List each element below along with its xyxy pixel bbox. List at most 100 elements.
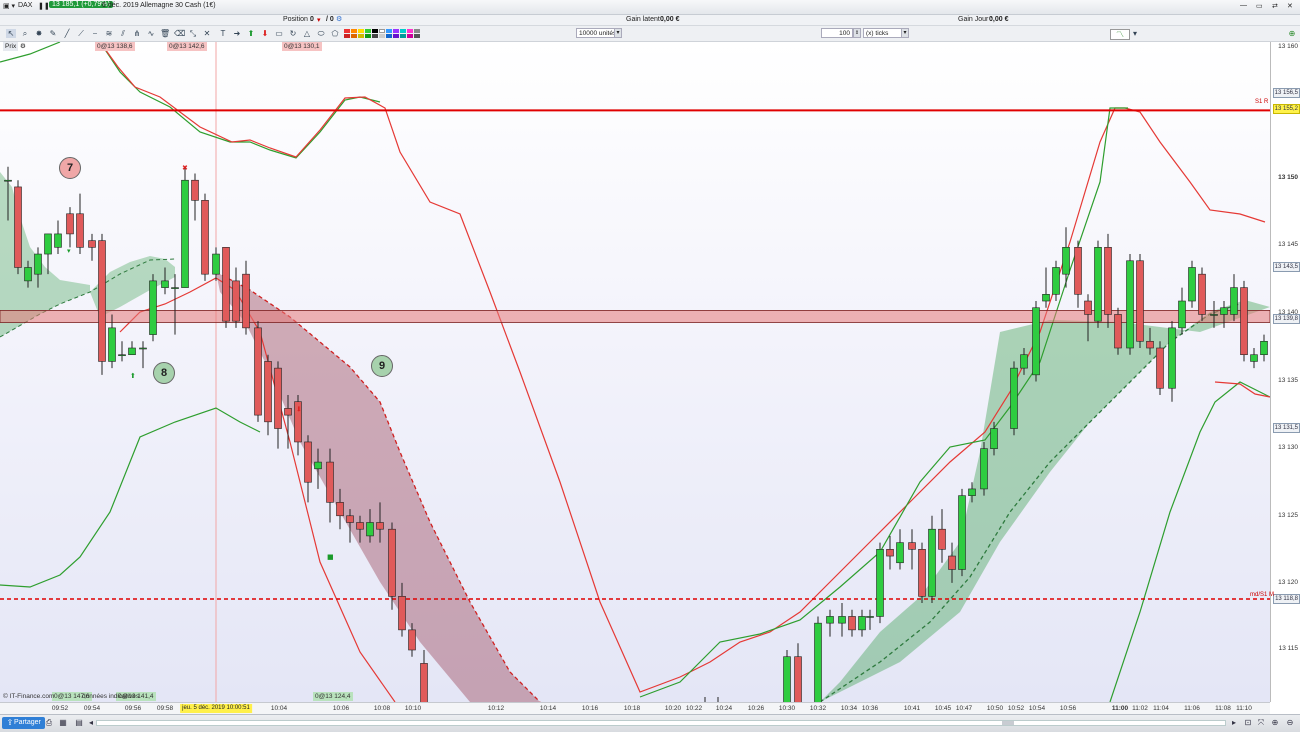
- color-swatch[interactable]: [344, 29, 350, 33]
- channel-tool-icon[interactable]: ⫽: [118, 29, 128, 38]
- line-tool-icon[interactable]: ╱: [62, 29, 72, 38]
- position-arrow-icon[interactable]: ▾: [317, 16, 321, 24]
- ellipse-tool-icon[interactable]: ⬭: [316, 29, 326, 38]
- candle-down: [408, 629, 416, 651]
- hline-tool-icon[interactable]: ⎯: [90, 29, 100, 38]
- color-swatch[interactable]: [358, 29, 364, 33]
- annotation-badge-8: 8: [153, 362, 175, 384]
- zoom-out-icon[interactable]: ⊖: [1285, 718, 1295, 728]
- zoom-in-icon[interactable]: ⊕: [1270, 718, 1280, 728]
- time-tick-label: 10:32: [809, 705, 827, 712]
- ticks-unit-dropdown-icon[interactable]: ▾: [901, 28, 909, 38]
- arrow-right-tool-icon[interactable]: ➜: [232, 29, 242, 38]
- scroll-left-icon[interactable]: ◂: [86, 718, 96, 728]
- color-swatch[interactable]: [365, 34, 371, 38]
- prix-settings-icon[interactable]: ⚙: [18, 42, 28, 51]
- chart-style-icon[interactable]: 〽: [1110, 29, 1130, 40]
- time-tick-label: 11:02: [1132, 705, 1148, 712]
- eraser-tool-icon[interactable]: ⌫: [174, 29, 185, 38]
- fit-icon[interactable]: ⊡: [1243, 718, 1253, 728]
- symbol-label[interactable]: DAX: [18, 2, 32, 9]
- color-swatch[interactable]: [372, 29, 378, 33]
- scroll-right-icon[interactable]: ▸: [1229, 718, 1239, 728]
- color-swatch[interactable]: [358, 34, 364, 38]
- horizontal-scrollbar[interactable]: [96, 720, 1226, 726]
- order-tag[interactable]: 0@13 142,6: [167, 42, 207, 51]
- candle-up: [1094, 247, 1102, 322]
- minimize-icon[interactable]: —: [1240, 2, 1247, 9]
- color-swatch[interactable]: [393, 29, 399, 33]
- color-swatch[interactable]: [393, 34, 399, 38]
- color-swatch[interactable]: [351, 29, 357, 33]
- color-swatch[interactable]: [400, 34, 406, 38]
- color-swatch[interactable]: [365, 29, 371, 33]
- ticks-stepper-icon[interactable]: ⇕: [853, 28, 861, 38]
- color-swatch[interactable]: [379, 29, 385, 33]
- level-label-r1: S1 R: [1255, 99, 1269, 105]
- price-chart[interactable]: ✖ ⬆ ⬇ ■ ▾: [0, 42, 1270, 702]
- measure-tool-icon[interactable]: ⤡: [188, 29, 198, 38]
- color-palette[interactable]: [344, 29, 428, 38]
- pitchfork-tool-icon[interactable]: ⋔: [132, 29, 142, 38]
- ticks-count-input[interactable]: 100: [821, 28, 853, 38]
- link-icon[interactable]: ⇄: [1272, 2, 1278, 10]
- position-fraction: / 0: [326, 16, 334, 23]
- prix-label[interactable]: Prix: [3, 42, 19, 51]
- units-dropdown-icon[interactable]: ▾: [614, 28, 622, 38]
- time-tick-label: 10:08: [373, 705, 391, 712]
- zoom-tool-icon[interactable]: ⌕: [20, 29, 30, 38]
- ticks-unit-select[interactable]: (x) ticks: [863, 28, 903, 38]
- magnet-tool-icon[interactable]: ✸: [34, 29, 44, 38]
- rotate-tool-icon[interactable]: ↻: [288, 29, 298, 38]
- orders-icon[interactable]: ⚙: [336, 15, 342, 23]
- close-icon[interactable]: ✕: [1287, 2, 1293, 10]
- price-axis[interactable]: 13 160 13 150 13 145 13 140 13 135 13 13…: [1270, 42, 1300, 702]
- pencil-tool-icon[interactable]: ✎: [48, 29, 58, 38]
- color-swatch[interactable]: [379, 34, 385, 38]
- time-tick-label: 10:04: [270, 705, 288, 712]
- color-swatch[interactable]: [407, 34, 413, 38]
- rectangle-tool-icon[interactable]: ▭: [274, 29, 284, 38]
- trash-tool-icon[interactable]: 🗑: [160, 29, 170, 38]
- annotation-badge-7: 7: [59, 157, 81, 179]
- signal-mark: ⬇: [296, 405, 302, 413]
- grid-icon[interactable]: ▦: [58, 718, 68, 728]
- window-menu-icon[interactable]: ▣ ▾: [3, 2, 15, 10]
- color-swatch[interactable]: [414, 34, 420, 38]
- color-swatch[interactable]: [372, 34, 378, 38]
- price-chart-svg[interactable]: ✖ ⬆ ⬇ ■ ▾: [0, 42, 1270, 702]
- screenshot-icon[interactable]: ⎙: [44, 718, 54, 728]
- layout-icon[interactable]: ▤: [74, 718, 84, 728]
- polygon-tool-icon[interactable]: ⬠: [330, 29, 340, 38]
- zoom-auto-icon[interactable]: ⤧: [1256, 718, 1266, 728]
- color-swatch[interactable]: [386, 29, 392, 33]
- text-tool-icon[interactable]: T: [218, 29, 228, 38]
- restore-icon[interactable]: ▭: [1256, 2, 1263, 10]
- wave-tool-icon[interactable]: ∿: [146, 29, 156, 38]
- candle-down: [1156, 347, 1164, 389]
- fill-tag[interactable]: 0@13 124,4: [313, 692, 353, 701]
- pause-icon[interactable]: ❚❚: [38, 2, 50, 10]
- candle-up: [4, 179, 12, 182]
- order-tag[interactable]: 0@13 138,6: [95, 42, 135, 51]
- pointer-tool-icon[interactable]: ↖: [6, 29, 16, 38]
- color-swatch[interactable]: [386, 34, 392, 38]
- order-tag[interactable]: 0@13 130,1: [282, 42, 322, 51]
- buy-arrow-tool-icon[interactable]: ⬆: [246, 29, 256, 38]
- units-select[interactable]: 10000 unités: [576, 28, 616, 38]
- color-swatch[interactable]: [400, 29, 406, 33]
- add-indicator-icon[interactable]: ⊕: [1287, 29, 1297, 38]
- color-swatch[interactable]: [344, 34, 350, 38]
- fib-tool-icon[interactable]: ≋: [104, 29, 114, 38]
- color-swatch[interactable]: [407, 29, 413, 33]
- candle-down: [14, 186, 22, 268]
- cloud-zone: [216, 272, 540, 702]
- ray-tool-icon[interactable]: ⟋: [76, 29, 86, 38]
- chart-style-dropdown-icon[interactable]: ▾: [1130, 29, 1140, 38]
- color-swatch[interactable]: [414, 29, 420, 33]
- cross-tool-icon[interactable]: ✕: [202, 29, 212, 38]
- scrollbar-thumb[interactable]: [1002, 721, 1014, 725]
- triangle-tool-icon[interactable]: △: [302, 29, 312, 38]
- sell-arrow-tool-icon[interactable]: ⬇: [260, 29, 270, 38]
- color-swatch[interactable]: [351, 34, 357, 38]
